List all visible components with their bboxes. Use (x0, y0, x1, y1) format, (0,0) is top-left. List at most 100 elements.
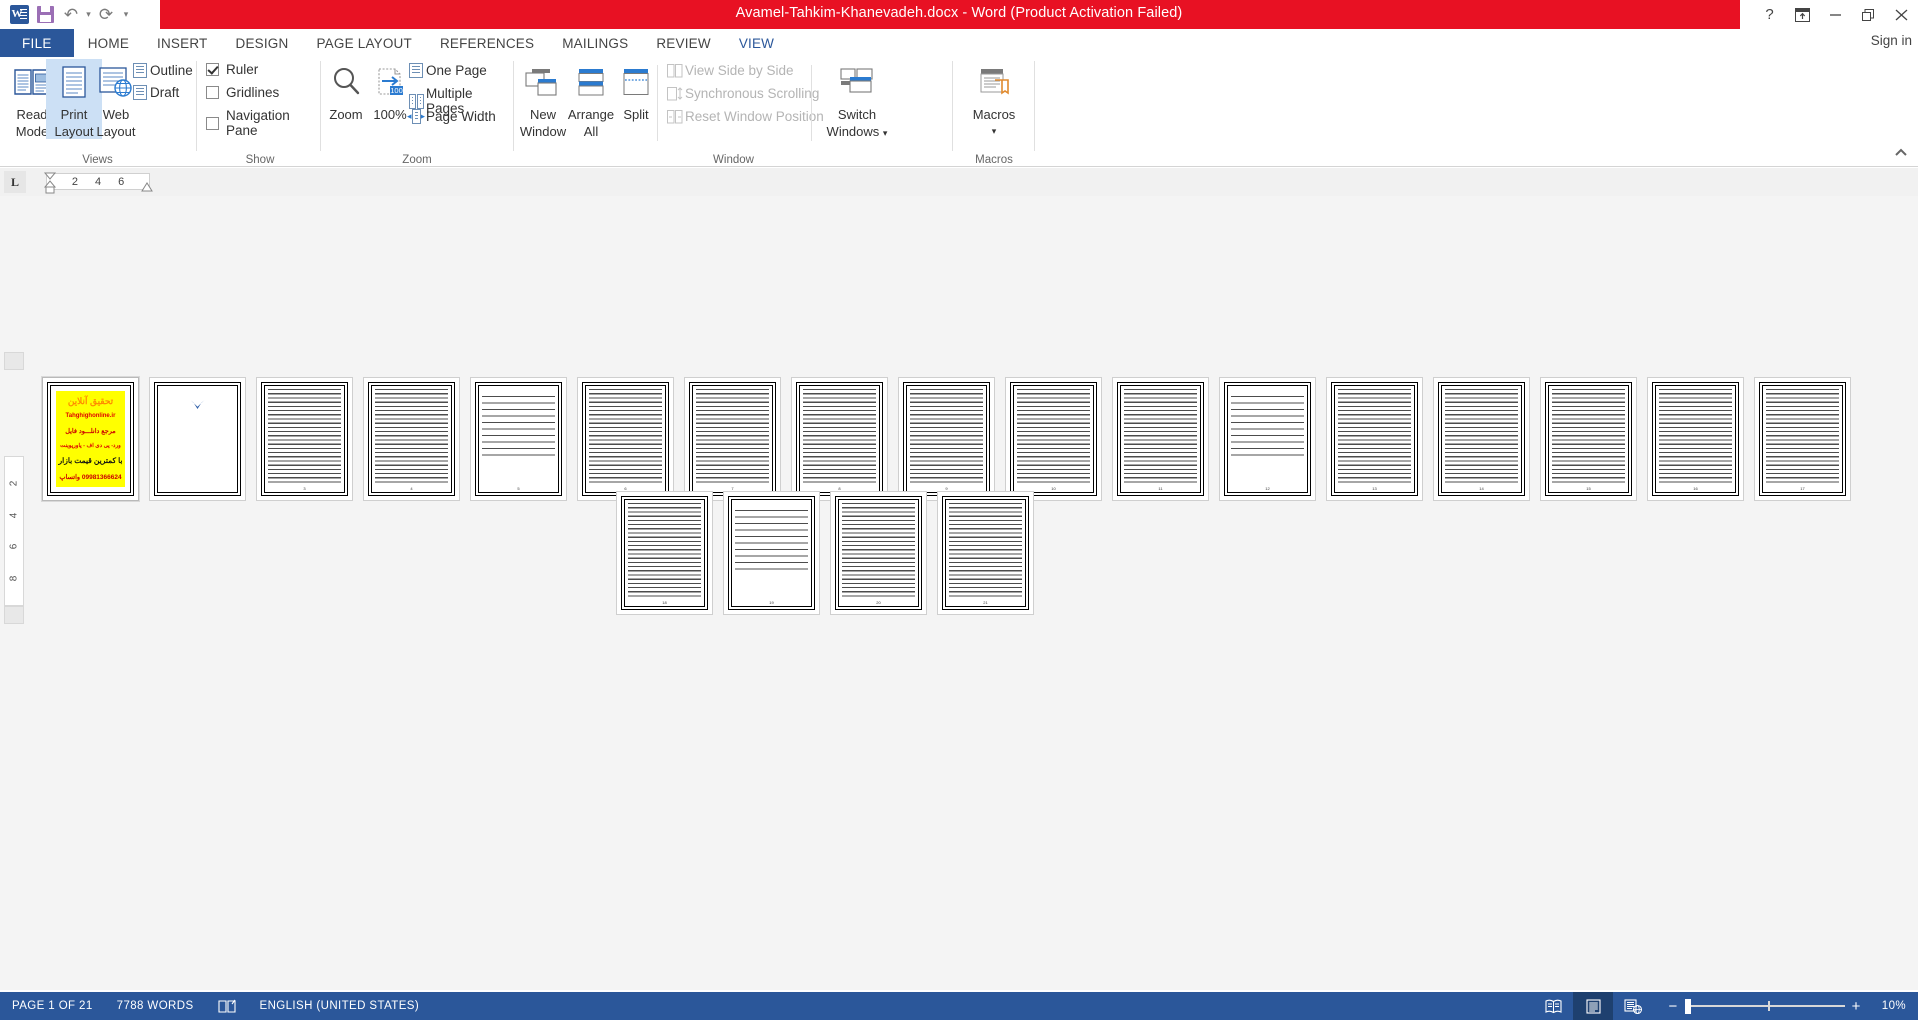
ribbon-display-options-icon[interactable] (1786, 0, 1819, 29)
page-text-lines (1017, 389, 1090, 484)
minimize-icon[interactable] (1819, 0, 1852, 29)
view-side-by-side-button[interactable]: View Side by Side (665, 63, 794, 78)
help-icon[interactable]: ? (1753, 0, 1786, 29)
page-thumbnail[interactable]: تحقیق آنلاین Tahghighonline.ir مرجع دانلــ… (41, 376, 140, 502)
page-text-lines (1552, 389, 1625, 484)
document-canvas[interactable]: 2 4 6 8 تحقیق آنلاین Tahghighonline.ir مرج… (0, 196, 1918, 990)
indent-markers-icon[interactable] (42, 171, 58, 195)
gridlines-checkbox[interactable]: Gridlines (206, 85, 279, 100)
advert-line3: مرجع دانلـــود فایل (65, 428, 116, 436)
horizontal-ruler[interactable]: 2 4 6 (46, 173, 150, 190)
page-number: 14 (1479, 486, 1484, 491)
page-text-lines (589, 389, 662, 484)
page-thumbnail[interactable]: 7 (684, 377, 781, 501)
zoom-slider[interactable]: − + (1653, 998, 1875, 1014)
outline-button[interactable]: Outline (130, 63, 193, 78)
gridlines-checkbox-box[interactable] (206, 86, 219, 99)
page-thumbnail[interactable]: 20 (830, 491, 927, 615)
page-thumbnail[interactable]: 10 (1005, 377, 1102, 501)
zoom-out-button[interactable]: − (1661, 999, 1684, 1014)
window-title: Avamel-Tahkim-Khanevadeh.docx - Word (Pr… (735, 5, 1183, 21)
outline-label: Outline (150, 63, 193, 78)
advert-line5: با کمترین قیمت بازار (58, 456, 123, 466)
page-thumbnail[interactable]: 16 (1647, 377, 1744, 501)
page-thumbnail[interactable]: 18 (616, 491, 713, 615)
close-icon[interactable] (1885, 0, 1918, 29)
page-text-lines (910, 389, 983, 484)
page-text-lines (1766, 389, 1839, 484)
page-thumbnail[interactable]: 14 (1433, 377, 1530, 501)
switch-windows-button[interactable]: Switch Windows ▾ (820, 59, 894, 141)
collapse-ribbon-icon[interactable] (1894, 145, 1908, 160)
page-number: 20 (876, 600, 881, 605)
split-button[interactable]: Split (608, 59, 664, 122)
tab-design[interactable]: DESIGN (222, 29, 303, 57)
view-side-by-side-icon (665, 63, 685, 78)
reset-window-position-button[interactable]: Reset Window Position (665, 109, 824, 124)
advert-line4: ورد- پی دی اف - پاورپوینت (60, 442, 121, 449)
zoom-level[interactable]: 10% (1876, 1000, 1918, 1012)
right-indent-marker-icon[interactable] (139, 179, 155, 193)
status-read-mode-icon[interactable] (1533, 992, 1573, 1020)
page-indicator[interactable]: PAGE 1 OF 21 (0, 992, 105, 1020)
group-label-views: Views (82, 154, 113, 166)
group-label-show: Show (245, 154, 275, 166)
status-web-layout-icon[interactable] (1613, 992, 1653, 1020)
page-width-icon: ◂ ▸ (406, 109, 426, 124)
tab-page-layout[interactable]: PAGE LAYOUT (302, 29, 425, 57)
page-thumbnail[interactable] (149, 377, 246, 501)
zoom-slider-track[interactable] (1690, 1001, 1845, 1011)
tab-mailings[interactable]: MAILINGS (548, 29, 642, 57)
synchronous-scrolling-button[interactable]: Synchronous Scrolling (665, 86, 819, 101)
page-thumbnail[interactable]: 5 (470, 377, 567, 501)
ruler-checkbox[interactable]: Ruler (206, 62, 258, 77)
macros-button[interactable]: Macros ▾ (964, 59, 1024, 139)
page-width-button[interactable]: ◂ ▸ Page Width (406, 109, 496, 124)
page-thumbnail[interactable]: 11 (1112, 377, 1209, 501)
page-thumbnail[interactable]: 4 (363, 377, 460, 501)
tab-home[interactable]: HOME (74, 29, 143, 57)
web-layout-label-2: Layout (96, 124, 136, 139)
tab-view[interactable]: VIEW (725, 29, 788, 57)
group-label-macros: Macros (975, 154, 1013, 166)
page-thumbnail[interactable]: 15 (1540, 377, 1637, 501)
navigation-pane-checkbox-box[interactable] (206, 116, 219, 130)
synchronous-scrolling-label: Synchronous Scrolling (685, 86, 820, 101)
restore-icon[interactable] (1852, 0, 1885, 29)
ruler-checkbox-box[interactable] (206, 63, 219, 76)
page-thumbnail[interactable]: 19 (723, 491, 820, 615)
group-label-zoom: Zoom (402, 154, 432, 166)
page-thumbnail[interactable]: 17 (1754, 377, 1851, 501)
tab-insert[interactable]: INSERT (143, 29, 221, 57)
page-text-lines (1124, 389, 1197, 484)
macros-dropdown-icon[interactable]: ▾ (964, 124, 1024, 139)
page-thumbnail[interactable]: 21 (937, 491, 1034, 615)
tab-stop-selector[interactable]: L (4, 171, 26, 193)
zoom-in-button[interactable]: + (1845, 999, 1868, 1014)
page-text-lines (628, 503, 701, 598)
page-text-lines (482, 396, 555, 458)
tab-review[interactable]: REVIEW (642, 29, 724, 57)
page-text-lines (949, 503, 1022, 598)
page-thumbnail[interactable]: 9 (898, 377, 995, 501)
status-print-layout-icon[interactable] (1573, 992, 1614, 1020)
advert-banner: تحقیق آنلاین Tahghighonline.ir مرجع دانلــ… (56, 391, 125, 487)
sign-in-link[interactable]: Sign in (1871, 33, 1912, 48)
language-indicator[interactable]: ENGLISH (UNITED STATES) (248, 992, 432, 1020)
word-count[interactable]: 7788 WORDS (105, 992, 206, 1020)
page-thumbnail[interactable]: 12 (1219, 377, 1316, 501)
draft-button[interactable]: Draft (130, 85, 179, 100)
page-thumbnails: تحقیق آنلاین Tahghighonline.ir مرجع دانلــ… (0, 196, 1918, 990)
title-page-content (158, 386, 237, 492)
page-thumbnail[interactable]: 8 (791, 377, 888, 501)
navigation-pane-checkbox[interactable]: Navigation Pane (206, 108, 322, 138)
page-thumbnail[interactable]: 3 (256, 377, 353, 501)
page-number: 12 (1265, 486, 1270, 491)
page-thumbnail[interactable]: 6 (577, 377, 674, 501)
page-thumbnail[interactable]: 13 (1326, 377, 1423, 501)
tab-file[interactable]: FILE (0, 29, 74, 57)
reset-window-position-icon (665, 109, 685, 124)
proofing-errors-icon[interactable] (206, 992, 248, 1020)
one-page-button[interactable]: One Page (406, 63, 487, 78)
tab-references[interactable]: REFERENCES (426, 29, 548, 57)
